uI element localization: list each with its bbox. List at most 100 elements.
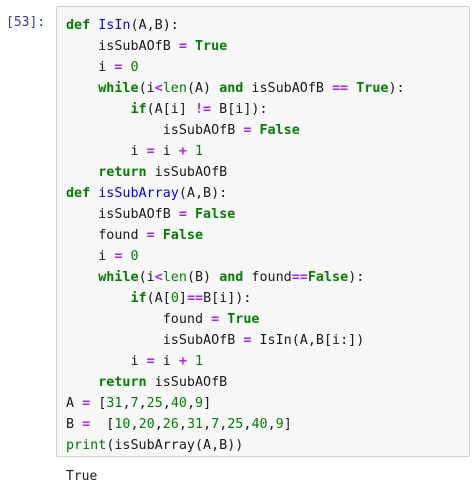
code-token: False [307,270,349,285]
code-token: , [178,417,187,432]
code-line: i = i + 1 [66,141,405,162]
code-token: False [259,123,300,138]
code-editor[interactable]: def IsIn(A,B): isSubAOfB = True i = 0 wh… [66,15,405,456]
code-token: and [219,81,244,96]
code-token: while [98,81,139,96]
code-token: True [227,312,260,327]
code-token: 31 [186,417,204,432]
code-token: i [154,354,179,369]
code-token: return [98,165,147,180]
code-token: def [66,186,91,201]
code-token: isSubAOfB [66,207,179,222]
code-line: B = [10,20,26,31,7,25,40,9] [66,414,405,435]
code-token: found [66,312,212,327]
code-token: i [66,249,115,264]
code-token: B [66,417,83,432]
code-token: (i [138,81,155,96]
code-token: and [219,270,244,285]
code-token: 25 [146,396,163,411]
code-token: 9 [195,396,204,411]
code-token: i [66,354,147,369]
code-token: 1 [195,354,204,369]
code-token: isSubAOfB [146,375,228,390]
code-token: isSubAOfB [243,81,333,96]
code-token: found [243,270,292,285]
code-line: isSubAOfB = True [66,36,405,57]
code-token: (A,B): [130,18,179,33]
code-token: , [154,417,163,432]
code-token: 0 [130,60,139,75]
code-token: (A,B): [178,186,228,201]
code-token: (A) [186,81,220,96]
code-token: ): [388,81,405,96]
code-token: 7 [211,417,220,432]
code-line: def IsIn(A,B): [66,15,405,36]
code-token: = [82,396,91,411]
code-line: print(isSubArray(A,B)) [66,435,405,456]
code-token: print [66,438,107,453]
code-line: if(A[0]==B[i]): [66,288,405,309]
code-token: ): [348,270,365,285]
code-token: 20 [138,417,155,432]
code-token: isSubAOfB [66,333,244,348]
code-token: (B) [186,270,220,285]
code-token: i [66,144,147,159]
code-line: isSubAOfB = IsIn(A,B[i:]) [66,330,405,351]
code-line: A = [31,7,25,40,9] [66,393,405,414]
code-token: False [162,228,204,243]
code-token: , [130,417,139,432]
code-token: 7 [130,396,139,411]
code-token: A [66,396,83,411]
code-token: , [203,417,212,432]
code-token: isSubAOfB [66,39,179,54]
code-token: 0 [130,249,139,264]
code-token: IsIn [98,18,131,33]
code-token: return [98,375,147,390]
code-token: = [82,417,91,432]
code-token: if [130,291,147,306]
code-token: i [154,144,179,159]
code-token: True [356,81,389,96]
code-token: , [267,417,276,432]
cell-prompt: [53]: [6,15,46,30]
code-token: 40 [251,417,268,432]
code-token: 31 [106,396,123,411]
code-token: ] [178,291,187,306]
code-token: , [138,396,147,411]
code-token: = [146,354,155,369]
code-token: = [178,207,187,222]
code-line: while(i<len(B) and found==False): [66,267,405,288]
code-token: while [98,270,139,285]
code-token: 1 [195,144,204,159]
code-token: [ [90,396,107,411]
code-token: isSubAOfB [146,165,228,180]
code-token: len [162,270,187,285]
code-token: = [211,312,220,327]
code-line: isSubAOfB = False [66,204,405,225]
code-line: if(A[i] != B[i]): [66,99,405,120]
code-token: == [332,81,349,96]
code-line: while(i<len(A) and isSubAOfB == True): [66,78,405,99]
code-token: , [186,396,195,411]
code-token: == [186,291,204,306]
code-line: found = True [66,309,405,330]
code-token: 25 [227,417,244,432]
code-token: (i [138,270,155,285]
code-token: 0 [170,291,179,306]
code-token: + [178,144,187,159]
code-token: < [154,270,163,285]
code-token: ] [283,417,292,432]
code-line: i = 0 [66,246,405,267]
